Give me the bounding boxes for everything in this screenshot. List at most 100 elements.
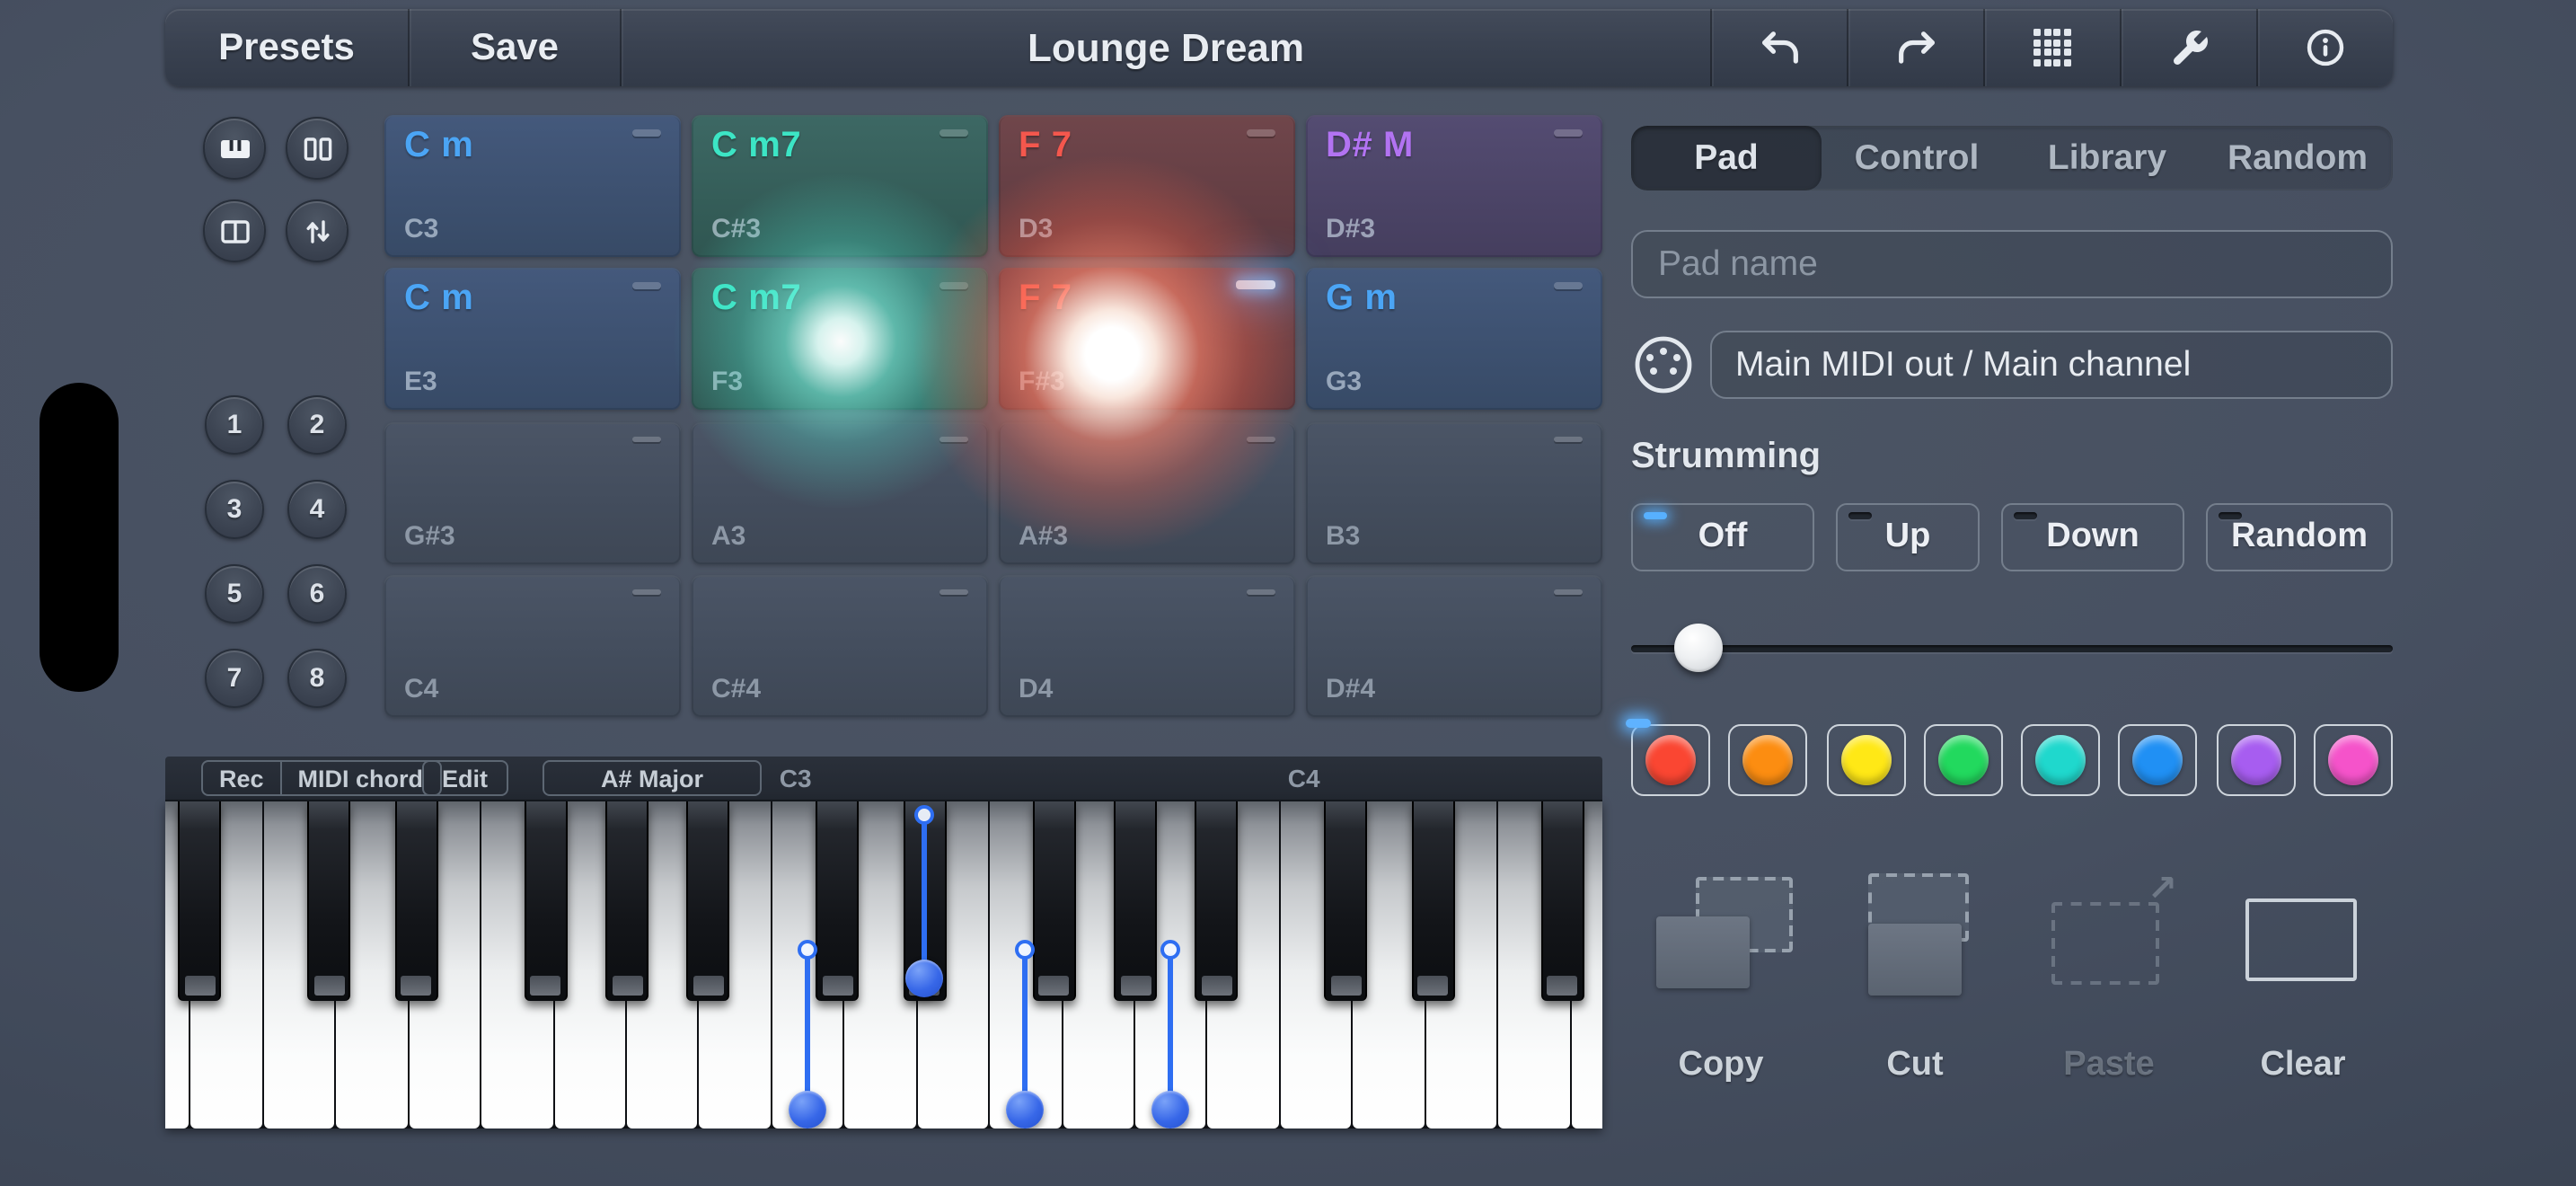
pad-note-label: E3 (404, 367, 437, 398)
black-key-C#2[interactable] (308, 801, 351, 1001)
bank-button-3[interactable]: 3 (205, 480, 264, 539)
black-key-G#2[interactable] (605, 801, 648, 1001)
pad-B3[interactable]: B3 (1306, 421, 1602, 563)
strum-down-button[interactable]: Down (2001, 503, 2184, 571)
color-swatch-6[interactable] (2119, 724, 2198, 796)
color-swatch-8[interactable] (2314, 724, 2393, 796)
pad-chord-label: F 7 (1019, 279, 1072, 321)
bank-button-7[interactable]: 7 (205, 649, 264, 708)
pad-D3[interactable]: F 7D3 (999, 115, 1295, 257)
strum-mode-buttons: Off Up Down Random (1631, 503, 2393, 571)
note-pin-stem (1023, 954, 1028, 1109)
midi-chord-button[interactable]: MIDI chord (280, 762, 440, 794)
right-panel: PadControlLibraryRandom Main MIDI out / … (1631, 126, 2393, 1085)
black-key-D#4[interactable] (1411, 801, 1454, 1001)
rec-button[interactable]: Rec (203, 762, 280, 794)
cut-icon (1839, 870, 1990, 1017)
black-key-A#3[interactable] (1195, 801, 1239, 1001)
copy-button[interactable]: Copy (1631, 870, 1811, 1085)
settings-button[interactable] (2120, 9, 2256, 86)
note-pin-handle (798, 940, 817, 960)
presets-button[interactable]: Presets (165, 9, 410, 86)
layout-columns-button[interactable] (286, 117, 348, 180)
pad-note-label: C3 (404, 214, 438, 244)
pad-C#3[interactable]: C m7C#3 (692, 115, 988, 257)
pad-note-label: C4 (404, 674, 438, 704)
pad-led (632, 589, 661, 596)
info-button[interactable] (2256, 9, 2393, 86)
keyboard-button[interactable] (203, 117, 266, 180)
transpose-arrows-button[interactable] (286, 199, 348, 262)
undo-button[interactable] (1710, 9, 1847, 86)
pad-grid: C mC3C m7C#3F 7D3D# MD#3C mE3C m7F3F 7F#… (384, 115, 1602, 717)
pad-A3[interactable]: A3 (692, 421, 988, 563)
transpose-arrows-icon (299, 213, 335, 249)
scale-select[interactable]: A# Major (543, 760, 762, 796)
midi-route-field[interactable]: Main MIDI out / Main channel (1710, 331, 2393, 399)
color-swatch-7[interactable] (2216, 724, 2295, 796)
color-swatch-1[interactable] (1631, 724, 1710, 796)
pad-D#4[interactable]: D#4 (1306, 575, 1602, 717)
strum-random-button[interactable]: Random (2206, 503, 2393, 571)
pad-F3[interactable]: C m7F3 (692, 269, 988, 411)
pad-chord-label: C m (404, 279, 473, 321)
pad-G3[interactable]: G mG3 (1306, 269, 1602, 411)
tab-library[interactable]: Library (2012, 126, 2202, 190)
pad-D4[interactable]: D4 (999, 575, 1295, 717)
strum-off-button[interactable]: Off (1631, 503, 1814, 571)
pad-E3[interactable]: C m E3 (384, 269, 681, 411)
bank-button-1[interactable]: 1 (205, 395, 264, 455)
pad-G#3[interactable]: G#3 (384, 421, 681, 563)
cut-button[interactable]: Cut (1825, 870, 2005, 1085)
pad-C4[interactable]: C4 (384, 575, 681, 717)
note-pin-C3[interactable] (789, 1090, 826, 1128)
pad-C#4[interactable]: C#4 (692, 575, 988, 717)
black-key-D#2[interactable] (394, 801, 437, 1001)
pad-note-label: D3 (1019, 214, 1053, 244)
save-button[interactable]: Save (410, 9, 622, 86)
redo-button[interactable] (1847, 9, 1983, 86)
clear-button[interactable]: Clear (2213, 870, 2393, 1085)
pad-C3[interactable]: C mC3 (384, 115, 681, 257)
black-key-G#3[interactable] (1114, 801, 1157, 1001)
topbar-actions (1710, 9, 2393, 86)
black-key-F#4[interactable] (1540, 801, 1584, 1001)
split-view-button[interactable] (203, 199, 266, 262)
pad-led (940, 283, 968, 289)
bank-button-5[interactable]: 5 (205, 564, 264, 624)
clip-action-label: Cut (1886, 1046, 1943, 1085)
strum-up-button[interactable]: Up (1836, 503, 1980, 571)
color-dot (1743, 735, 1794, 785)
bank-button-8[interactable]: 8 (287, 649, 347, 708)
pad-chord-label: C m7 (711, 126, 801, 167)
pad-A#3[interactable]: A#3 (999, 421, 1295, 563)
octave-label-C4: C4 (1288, 764, 1320, 792)
color-swatch-3[interactable] (1826, 724, 1905, 796)
pad-D#3[interactable]: D# MD#3 (1306, 115, 1602, 257)
tab-control[interactable]: Control (1822, 126, 2012, 190)
grid-layout-button[interactable] (1983, 9, 2120, 86)
bank-button-6[interactable]: 6 (287, 564, 347, 624)
strum-speed-slider[interactable] (1631, 622, 2393, 676)
strum-mode-label: Up (1885, 518, 1931, 557)
color-swatch-4[interactable] (1924, 724, 2003, 796)
black-key-F#3[interactable] (1032, 801, 1075, 1001)
bank-button-2[interactable]: 2 (287, 395, 347, 455)
black-key-A#2[interactable] (687, 801, 730, 1001)
black-key-C#3[interactable] (816, 801, 860, 1001)
edit-button[interactable]: Edit (422, 760, 507, 796)
tab-pad[interactable]: Pad (1631, 126, 1822, 190)
bank-button-4[interactable]: 4 (287, 480, 347, 539)
slider-knob[interactable] (1674, 624, 1723, 672)
black-key-F#2[interactable] (524, 801, 567, 1001)
black-key-A#1[interactable] (179, 801, 222, 1001)
black-key-C#4[interactable] (1325, 801, 1368, 1001)
pad-name-input[interactable] (1631, 230, 2393, 298)
pad-F#3[interactable]: F 7F#3 (999, 269, 1295, 411)
tab-random[interactable]: Random (2202, 126, 2393, 190)
color-swatch-5[interactable] (2021, 724, 2100, 796)
slider-track (1631, 645, 2393, 652)
color-dot (1645, 735, 1696, 785)
keyboard (165, 801, 1602, 1128)
color-swatch-2[interactable] (1729, 724, 1808, 796)
